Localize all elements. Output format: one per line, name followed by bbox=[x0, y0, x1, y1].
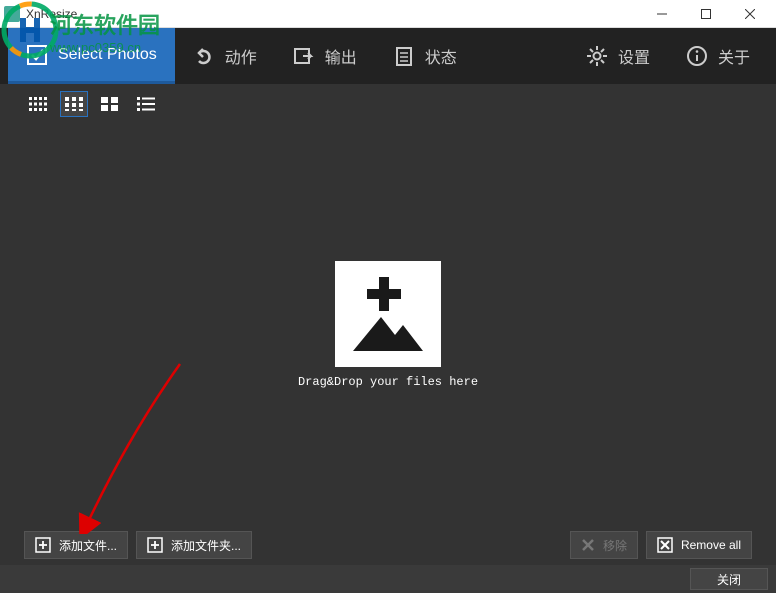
remove-icon bbox=[581, 538, 595, 552]
info-icon bbox=[686, 45, 708, 67]
export-icon bbox=[293, 45, 315, 67]
button-label: 关闭 bbox=[717, 571, 741, 588]
button-label: 移除 bbox=[603, 537, 627, 554]
tab-label: 关于 bbox=[718, 44, 750, 68]
tab-action[interactable]: 动作 bbox=[175, 28, 275, 84]
add-file-button[interactable]: 添加文件... bbox=[24, 531, 128, 559]
tab-status[interactable]: 状态 bbox=[375, 28, 475, 84]
gear-icon bbox=[586, 45, 608, 67]
button-label: 添加文件夹... bbox=[171, 537, 241, 554]
bottom-toolbar: 添加文件... 添加文件夹... 移除 Remove all bbox=[0, 525, 776, 565]
tab-label: 动作 bbox=[225, 44, 257, 68]
footer: 关闭 bbox=[0, 565, 776, 593]
close-window-button[interactable] bbox=[728, 0, 772, 28]
drop-hint-text: Drag&Drop your files here bbox=[298, 375, 478, 389]
button-label: Remove all bbox=[681, 538, 741, 552]
tab-output[interactable]: 输出 bbox=[275, 28, 375, 84]
remove-button[interactable]: 移除 bbox=[570, 531, 638, 559]
add-folder-button[interactable]: 添加文件夹... bbox=[136, 531, 252, 559]
add-folder-icon bbox=[147, 537, 163, 553]
drop-image-icon bbox=[335, 261, 441, 367]
remove-all-button[interactable]: Remove all bbox=[646, 531, 752, 559]
tab-label: 状态 bbox=[425, 44, 457, 68]
view-list-button[interactable] bbox=[132, 91, 160, 117]
tab-select-photos[interactable]: Select Photos bbox=[8, 28, 175, 84]
view-large-grid-button[interactable] bbox=[96, 91, 124, 117]
view-medium-grid-button[interactable] bbox=[60, 91, 88, 117]
remove-all-icon bbox=[657, 537, 673, 553]
app-icon bbox=[4, 6, 20, 22]
annotation-arrow bbox=[70, 354, 190, 534]
tab-label: 设置 bbox=[618, 44, 650, 68]
view-small-grid-button[interactable] bbox=[24, 91, 52, 117]
tab-label: Select Photos bbox=[58, 46, 157, 64]
tab-about[interactable]: 关于 bbox=[668, 28, 768, 84]
undo-icon bbox=[193, 45, 215, 67]
maximize-button[interactable] bbox=[684, 0, 728, 28]
add-file-icon bbox=[35, 537, 51, 553]
tab-settings[interactable]: 设置 bbox=[568, 28, 668, 84]
close-button[interactable]: 关闭 bbox=[690, 568, 768, 590]
drop-zone[interactable]: Drag&Drop your files here bbox=[0, 124, 776, 525]
check-icon bbox=[26, 44, 48, 66]
main-toolbar: Select Photos 动作 输出 状态 设置 关于 bbox=[0, 28, 776, 84]
window-title: XnResize bbox=[26, 7, 640, 21]
clipboard-icon bbox=[393, 45, 415, 67]
view-toolbar bbox=[0, 84, 776, 124]
tab-label: 输出 bbox=[325, 44, 357, 68]
titlebar: XnResize bbox=[0, 0, 776, 28]
button-label: 添加文件... bbox=[59, 537, 117, 554]
minimize-button[interactable] bbox=[640, 0, 684, 28]
